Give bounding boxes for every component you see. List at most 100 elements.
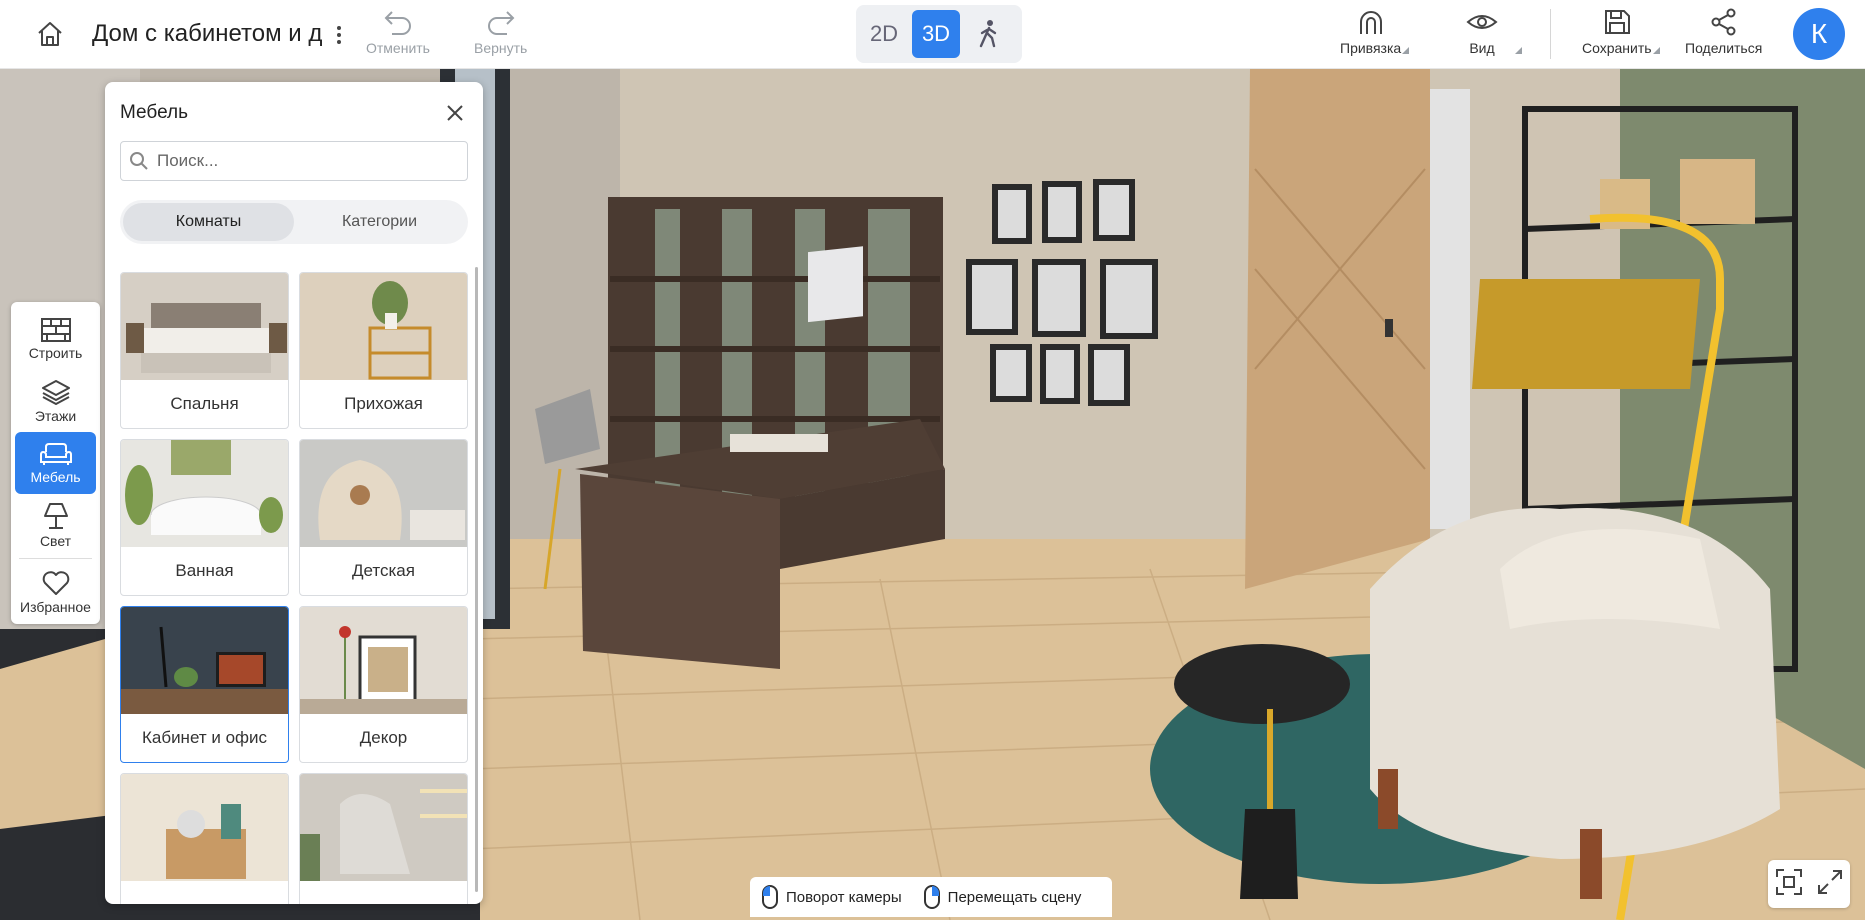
redo-icon: [487, 11, 515, 35]
focus-frame-icon: [1775, 868, 1802, 895]
home-icon: [38, 22, 62, 46]
room-card-kids[interactable]: Детская: [299, 439, 468, 596]
heart-icon: [42, 570, 69, 595]
tool-divider: [19, 558, 92, 559]
view-3d-button[interactable]: 3D: [912, 10, 960, 58]
search-input[interactable]: [157, 151, 457, 171]
mouse-left-button-icon: [762, 885, 778, 909]
panel-close-button[interactable]: [440, 98, 470, 128]
focus-view-button[interactable]: [1775, 868, 1803, 901]
toolbar-divider: [1550, 9, 1551, 59]
view-2d-button[interactable]: 2D: [860, 10, 908, 58]
furniture-panel: Мебель Комнаты Категории Спальня При: [105, 82, 483, 904]
search-box: [120, 141, 468, 181]
build-tool-label: Строить: [28, 344, 83, 361]
save-button[interactable]: Сохранить: [1582, 8, 1660, 56]
furniture-tool-button[interactable]: Мебель: [15, 432, 96, 494]
room-card-label: [121, 881, 288, 904]
share-label: Поделиться: [1685, 40, 1763, 56]
mouse-right-button-icon: [923, 885, 940, 909]
panel-scrollbar-thumb[interactable]: [475, 267, 478, 892]
home-button[interactable]: [30, 16, 70, 52]
undo-icon: [384, 11, 411, 35]
room-card-label: Детская: [352, 561, 415, 580]
kids-room-thumbnail: [300, 440, 467, 547]
walking-person-icon: [979, 20, 997, 48]
tab-rooms[interactable]: Комнаты: [123, 203, 294, 241]
magnet-icon: [1359, 11, 1382, 34]
move-hint-label: Перемещать сцену: [947, 888, 1082, 906]
decor-thumbnail: [300, 607, 467, 714]
lounge-thumbnail: [300, 774, 467, 881]
share-button[interactable]: Поделиться: [1685, 8, 1762, 56]
room-card-lounge[interactable]: [299, 773, 468, 904]
floors-tool-button[interactable]: Этажи: [15, 370, 96, 432]
move-hint: Перемещать сцену: [923, 885, 1082, 909]
fullscreen-button[interactable]: [1816, 868, 1844, 901]
walk-mode-button[interactable]: [964, 10, 1012, 58]
layers-icon: [41, 379, 70, 405]
eye-icon: [1466, 15, 1498, 29]
storage-thumbnail: [121, 774, 288, 881]
save-label: Сохранить: [1582, 40, 1652, 56]
room-card-storage[interactable]: [120, 773, 289, 904]
light-tool-button[interactable]: Свет: [15, 494, 96, 556]
app-window: Дом с кабинетом и д Отменить Вернуть 2D …: [0, 0, 1865, 920]
viewport-corner-controls: [1768, 860, 1850, 908]
rotate-hint: Поворот камеры: [762, 885, 902, 909]
redo-button[interactable]: Вернуть: [474, 8, 527, 56]
room-card-hallway[interactable]: Прихожая: [299, 272, 468, 429]
room-card-decor[interactable]: Декор: [299, 606, 468, 763]
floppy-disk-icon: [1604, 10, 1630, 34]
more-vertical-icon: [337, 26, 341, 44]
favorites-tool-button[interactable]: Избранное: [15, 561, 96, 623]
project-menu-button[interactable]: [330, 20, 348, 50]
fullscreen-icon: [1817, 869, 1842, 894]
project-title[interactable]: Дом с кабинетом и д: [92, 20, 324, 48]
left-tool-strip: Строить Этажи Мебель Свет Избранное: [11, 302, 100, 624]
bedroom-thumbnail: [121, 273, 288, 380]
panel-title: Мебель: [120, 102, 188, 123]
room-card-label: Декор: [359, 728, 408, 747]
light-tool-label: Свет: [39, 532, 72, 549]
room-card-label: Спальня: [170, 394, 239, 413]
mouse-hints-bar: Поворот камеры Перемещать сцену: [750, 877, 1112, 917]
room-card-label: Ванная: [175, 561, 234, 580]
snap-button[interactable]: Привязка: [1340, 8, 1410, 56]
favorites-tool-label: Избранное: [20, 598, 91, 615]
lamp-icon: [43, 502, 68, 529]
top-toolbar: Дом с кабинетом и д Отменить Вернуть 2D …: [0, 0, 1865, 69]
snap-label: Привязка: [1340, 40, 1402, 56]
room-card-bathroom[interactable]: Ванная: [120, 439, 289, 596]
panel-tabs: Комнаты Категории: [120, 200, 468, 244]
undo-button[interactable]: Отменить: [366, 8, 430, 56]
sofa-icon: [39, 442, 72, 465]
room-card-label: [300, 881, 467, 904]
brick-wall-icon: [40, 317, 71, 342]
view-mode-switcher: 2D 3D: [856, 5, 1022, 63]
dropdown-corner-icon: [1652, 47, 1660, 54]
room-card-office[interactable]: Кабинет и офис: [120, 606, 289, 763]
dropdown-corner-icon: [1402, 47, 1410, 54]
share-icon: [1711, 8, 1736, 36]
room-card-label: Прихожая: [344, 394, 423, 413]
rotate-hint-label: Поворот камеры: [786, 888, 902, 906]
dropdown-corner-icon: [1515, 47, 1522, 54]
undo-label: Отменить: [366, 40, 430, 56]
search-icon: [130, 152, 148, 170]
floors-tool-label: Этажи: [34, 407, 77, 424]
office-thumbnail: [121, 607, 288, 714]
bathroom-thumbnail: [121, 440, 288, 547]
furniture-tool-label: Мебель: [30, 468, 81, 485]
redo-label: Вернуть: [474, 40, 528, 56]
close-icon: [447, 105, 463, 121]
room-category-grid: Спальня Прихожая Ванная Детская Кабинет …: [120, 272, 470, 904]
hallway-thumbnail: [300, 273, 467, 380]
view-options-button[interactable]: Вид: [1466, 8, 1522, 56]
room-card-label: Кабинет и офис: [141, 728, 268, 747]
user-avatar[interactable]: К: [1793, 8, 1845, 60]
build-tool-button[interactable]: Строить: [15, 308, 96, 370]
room-card-bedroom[interactable]: Спальня: [120, 272, 289, 429]
tab-categories[interactable]: Категории: [294, 203, 465, 241]
view-label: Вид: [1469, 40, 1495, 56]
